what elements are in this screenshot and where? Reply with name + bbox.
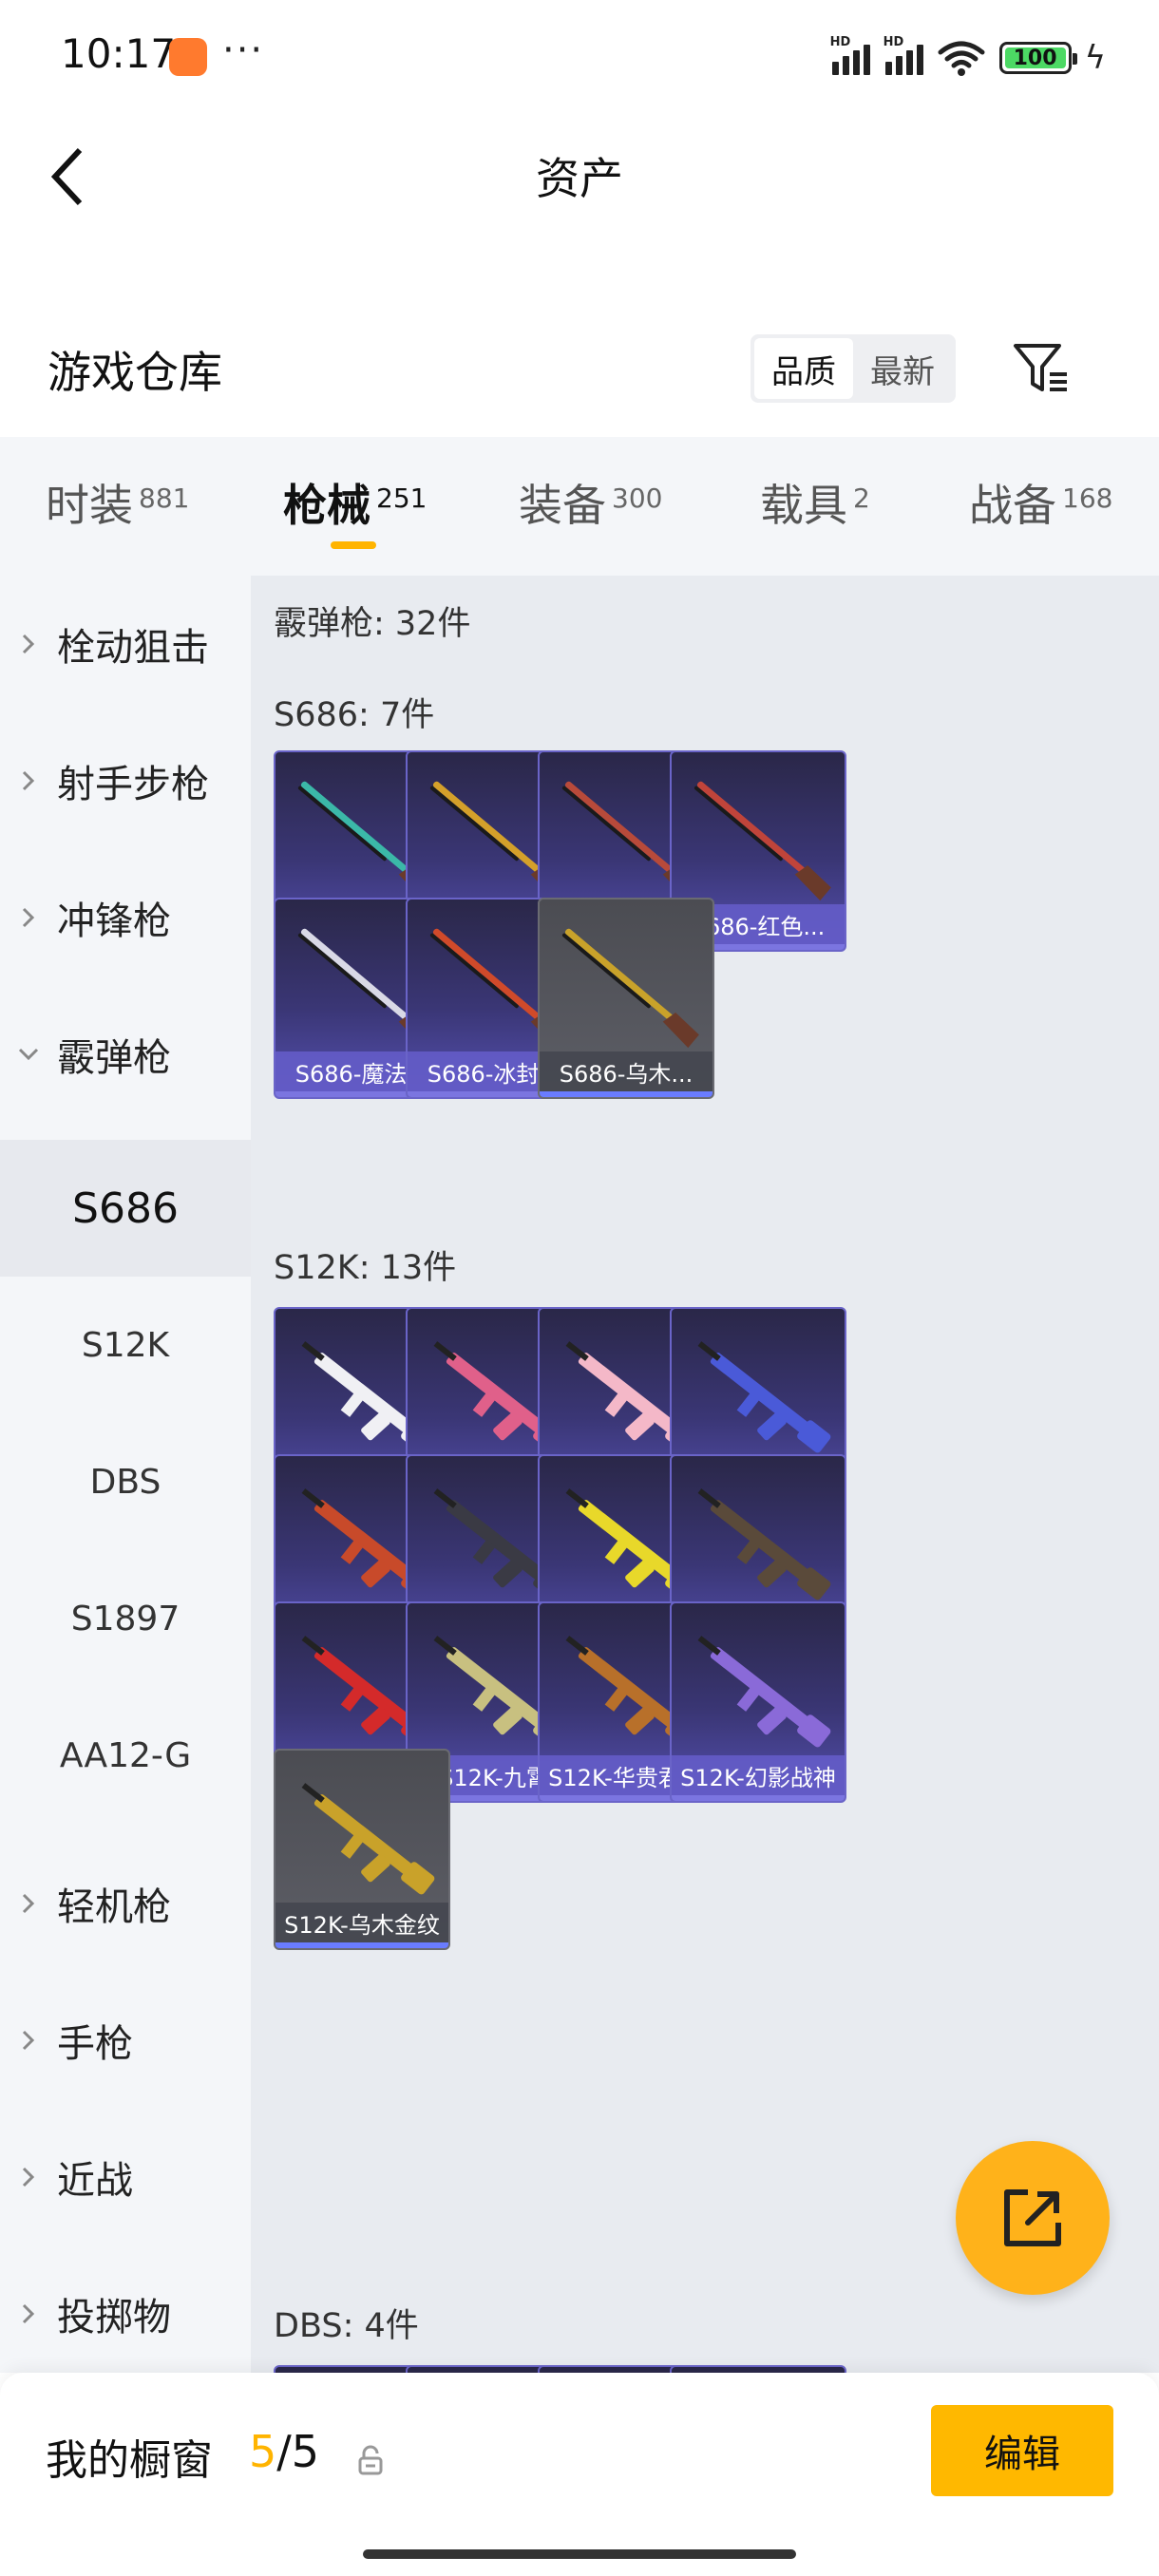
shotgun-skin-icon bbox=[561, 928, 699, 1049]
sidebar-item-label: 霰弹枪 bbox=[57, 1036, 171, 1080]
share-button[interactable] bbox=[956, 2141, 1110, 2295]
app-notification-icon bbox=[169, 38, 207, 76]
chevron-right-icon bbox=[0, 1892, 57, 1915]
chevron-right-icon bbox=[0, 2302, 57, 2325]
rifle-skin-icon bbox=[301, 1783, 435, 1895]
chevron-right-icon bbox=[0, 633, 57, 655]
sidebar-sub-s1897[interactable]: S1897 bbox=[0, 1550, 251, 1687]
item-card[interactable] bbox=[670, 2365, 846, 2373]
filter-button[interactable] bbox=[1007, 334, 1075, 403]
cellular-signal-2-icon: HD bbox=[884, 35, 923, 75]
chevron-right-icon bbox=[0, 2166, 57, 2188]
quality-bar bbox=[672, 1795, 845, 1801]
filter-icon bbox=[1014, 344, 1067, 391]
item-name: S12K-幻影战神 bbox=[672, 1755, 845, 1795]
tab-fashion[interactable]: 时装 881 bbox=[46, 471, 189, 547]
page-title: 资产 bbox=[536, 153, 623, 204]
quality-bar bbox=[540, 1091, 712, 1097]
group-header-s12k: S12K: 13件 bbox=[274, 1249, 457, 1287]
sidebar-item-pistol[interactable]: 手枪 bbox=[0, 1972, 251, 2109]
weapon-type-sidebar: 栓动狙击 射手步枪 冲锋枪 霰弹枪 S686 S12K DBS S1897 AA… bbox=[0, 576, 251, 2373]
sidebar-item-label: 轻机枪 bbox=[57, 1885, 171, 1929]
chevron-right-icon bbox=[0, 769, 57, 792]
rifle-skin-icon bbox=[697, 1488, 831, 1601]
wifi-icon bbox=[938, 41, 985, 76]
sidebar-item-smg[interactable]: 冲锋枪 bbox=[0, 849, 251, 986]
sidebar-sub-s12k[interactable]: S12K bbox=[0, 1277, 251, 1413]
edit-button[interactable]: 编辑 bbox=[931, 2405, 1113, 2496]
item-card[interactable]: S686-乌木... bbox=[538, 898, 714, 1099]
status-bar: 10:17 ··· HD HD 100 ϟ bbox=[0, 0, 1159, 114]
showcase-count: 5/5 bbox=[249, 2426, 320, 2477]
active-tab-indicator bbox=[331, 541, 376, 549]
lock-icon bbox=[358, 2445, 383, 2475]
sidebar-item-label: 射手步枪 bbox=[57, 763, 209, 806]
rifle-skin-icon bbox=[697, 1341, 831, 1453]
sidebar-item-marksman-rifle[interactable]: 射手步枪 bbox=[0, 712, 251, 849]
quality-bar bbox=[276, 1942, 448, 1948]
tab-battle-gear[interactable]: 战备 168 bbox=[969, 471, 1112, 547]
group-header-s686: S686: 7件 bbox=[274, 696, 435, 734]
rifle-skin-icon bbox=[697, 1636, 831, 1748]
charging-icon: ϟ bbox=[1084, 39, 1106, 77]
sidebar-item-label: 冲锋枪 bbox=[57, 900, 171, 943]
item-card[interactable]: S12K-幻影战神 bbox=[670, 1601, 846, 1803]
more-notifications-icon: ··· bbox=[222, 28, 265, 72]
status-time: 10:17 bbox=[61, 30, 177, 77]
category-header: 霰弹枪: 32件 bbox=[274, 605, 471, 643]
sidebar-item-melee[interactable]: 近战 bbox=[0, 2109, 251, 2245]
sidebar-sub-aa12g[interactable]: AA12-G bbox=[0, 1687, 251, 1824]
sidebar-item-label: 近战 bbox=[57, 2159, 133, 2203]
sidebar-item-label: 手枪 bbox=[57, 2022, 133, 2066]
battery-icon: 100 bbox=[998, 42, 1077, 74]
category-tabs: 时装 881 枪械 251 装备 300 载具 2 战备 168 bbox=[0, 437, 1159, 576]
cellular-signal-icon: HD bbox=[830, 35, 870, 75]
sidebar-item-shotgun[interactable]: 霰弹枪 bbox=[0, 986, 251, 1123]
shotgun-skin-icon bbox=[694, 781, 831, 901]
warehouse-title: 游戏仓库 bbox=[48, 347, 222, 398]
sort-quality-button[interactable]: 品质 bbox=[754, 338, 853, 399]
item-name: S686-乌木... bbox=[540, 1051, 712, 1091]
chevron-right-icon bbox=[0, 2029, 57, 2052]
showcase-label: 我的橱窗 bbox=[46, 2436, 213, 2485]
chevron-right-icon bbox=[0, 906, 57, 929]
sidebar-item-lmg[interactable]: 轻机枪 bbox=[0, 1835, 251, 1972]
tab-firearms[interactable]: 枪械 251 bbox=[283, 471, 427, 547]
sort-newest-button[interactable]: 最新 bbox=[853, 338, 952, 399]
sidebar-sub-dbs[interactable]: DBS bbox=[0, 1413, 251, 1550]
showcase-bar: 我的橱窗 5/5 编辑 bbox=[0, 2373, 1159, 2576]
item-grid-panel: 霰弹枪: 32件 S686: 7件 S12K: 13件 DBS: 4件 S686… bbox=[251, 576, 1159, 2373]
tab-equipment[interactable]: 装备 300 bbox=[519, 471, 662, 547]
chevron-down-icon bbox=[0, 1047, 57, 1062]
group-header-dbs: DBS: 4件 bbox=[274, 2307, 419, 2345]
sort-toggle: 品质 最新 bbox=[750, 334, 956, 403]
sidebar-item-throwables[interactable]: 投掷物 bbox=[0, 2245, 251, 2382]
home-indicator[interactable] bbox=[363, 2549, 796, 2559]
sidebar-item-bolt-sniper[interactable]: 栓动狙击 bbox=[0, 576, 251, 712]
tab-vehicles[interactable]: 载具 2 bbox=[760, 471, 870, 547]
item-card[interactable]: S12K-乌木金纹 bbox=[274, 1749, 450, 1950]
share-icon bbox=[1004, 2189, 1061, 2246]
sidebar-item-label: 投掷物 bbox=[57, 2296, 171, 2339]
sidebar-sub-s686[interactable]: S686 bbox=[0, 1140, 251, 1277]
sidebar-item-label: 栓动狙击 bbox=[57, 626, 209, 670]
item-name: S12K-乌木金纹 bbox=[276, 1903, 448, 1942]
